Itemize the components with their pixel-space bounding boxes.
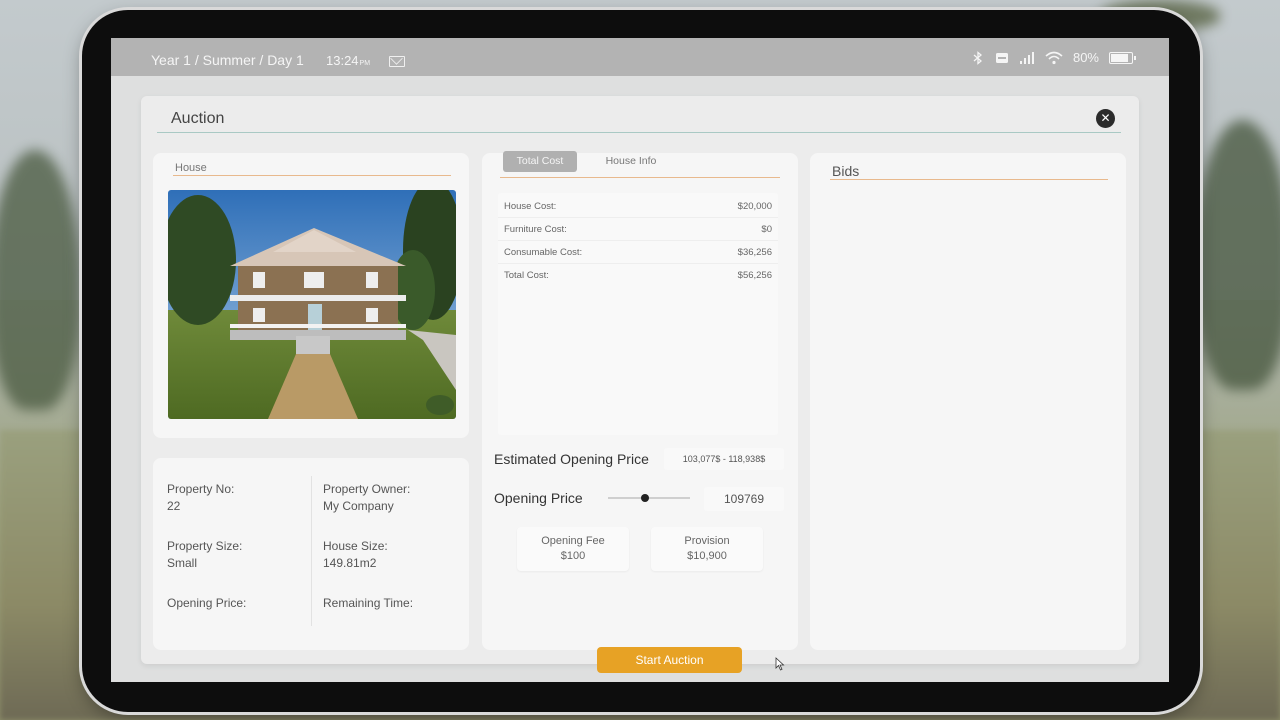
cost-panel-divider: [500, 177, 780, 178]
signal-icon: [1019, 51, 1034, 64]
close-button[interactable]: ✕: [1096, 109, 1115, 128]
property-number: Property No: 22: [167, 481, 234, 515]
bids-title: Bids: [832, 163, 860, 179]
status-time: 13:24PM: [326, 53, 370, 68]
house-panel: House: [153, 153, 469, 438]
estimated-opening-price-label: Estimated Opening Price: [494, 451, 649, 467]
provision-card: Provision $10,900: [651, 527, 763, 571]
house-illustration: [168, 190, 456, 419]
cost-panel: Total Cost House Info House Cost: $20,00…: [482, 151, 798, 650]
cost-row-value: $56,256: [737, 270, 772, 281]
house-size-label: House Size:: [323, 539, 388, 553]
house-size-value: 149.81m2: [323, 556, 377, 570]
cost-row-value: $36,256: [737, 247, 772, 258]
status-time-suffix: PM: [359, 60, 371, 67]
bids-panel: Bids: [810, 153, 1126, 650]
tablet-screen: Year 1 / Summer / Day 1 13:24PM 80% Auct…: [111, 38, 1169, 682]
status-date: Year 1 / Summer / Day 1: [151, 52, 304, 68]
cost-row-value: $20,000: [737, 201, 772, 212]
opening-price-label: Opening Price: [494, 490, 583, 506]
auction-window: Auction ✕ House Property No: 22 Property…: [141, 96, 1139, 673]
tab-house-info[interactable]: House Info: [592, 151, 670, 172]
tab-total-cost[interactable]: Total Cost: [503, 151, 577, 172]
house-size: House Size: 149.81m2: [323, 538, 388, 572]
status-icons: 80%: [971, 50, 1136, 65]
wifi-icon: [1045, 51, 1063, 64]
status-bar: Year 1 / Summer / Day 1 13:24PM 80%: [111, 38, 1169, 76]
background-tree: [1195, 120, 1280, 390]
battery-percent: 80%: [1072, 50, 1099, 65]
provision-value: $10,900: [687, 550, 727, 562]
opening-price-info: Opening Price:: [167, 595, 246, 612]
property-owner-value: My Company: [323, 499, 394, 513]
cost-row-name: Furniture Cost:: [504, 224, 567, 235]
title-divider: [157, 132, 1121, 133]
property-owner-label: Property Owner:: [323, 482, 411, 496]
property-size-value: Small: [167, 556, 198, 570]
property-size: Property Size: Small: [167, 538, 242, 572]
property-details-panel: Property No: 22 Property Owner: My Compa…: [153, 458, 469, 650]
house-panel-divider: [173, 175, 451, 176]
mail-icon[interactable]: [389, 56, 405, 67]
opening-price-input[interactable]: 109769: [704, 487, 784, 511]
cost-row: Total Cost: $56,256: [498, 265, 778, 287]
bluetooth-icon: [973, 50, 982, 65]
cost-row: House Cost: $20,000: [498, 196, 778, 218]
cost-row: Furniture Cost: $0: [498, 219, 778, 241]
cost-row-value: $0: [761, 224, 772, 235]
cost-row: Consumable Cost: $36,256: [498, 242, 778, 264]
house-image: [168, 190, 456, 419]
slider-handle[interactable]: [640, 494, 649, 502]
mouse-cursor-icon: [775, 657, 785, 671]
start-auction-button[interactable]: Start Auction: [597, 647, 742, 673]
provision-label: Provision: [684, 535, 730, 547]
property-number-label: Property No:: [167, 482, 235, 496]
close-icon: ✕: [1100, 111, 1111, 125]
bids-divider: [830, 179, 1108, 180]
property-owner: Property Owner: My Company: [323, 481, 410, 515]
battery-icon: [1109, 51, 1136, 64]
cost-row-name: Consumable Cost:: [504, 247, 583, 258]
property-size-label: Property Size:: [167, 539, 243, 553]
opening-price-slider[interactable]: [608, 494, 690, 502]
opening-fee-label: Opening Fee: [541, 535, 605, 547]
opening-price-label: Opening Price:: [167, 596, 247, 610]
window-title: Auction: [171, 110, 225, 127]
estimated-opening-price-value: 103,077$ - 118,938$: [664, 448, 784, 470]
opening-fee-value: $100: [560, 550, 586, 562]
cost-row-name: Total Cost:: [504, 270, 549, 281]
remaining-time-info: Remaining Time:: [323, 595, 413, 612]
property-number-value: 22: [167, 499, 181, 513]
column-divider: [311, 476, 312, 626]
house-panel-label: House: [175, 162, 207, 174]
opening-fee-card: Opening Fee $100: [517, 527, 629, 571]
cost-row-name: House Cost:: [504, 201, 557, 212]
sim-card-icon: [995, 52, 1008, 63]
remaining-time-label: Remaining Time:: [323, 596, 414, 610]
status-time-value: 13:24: [326, 53, 359, 68]
